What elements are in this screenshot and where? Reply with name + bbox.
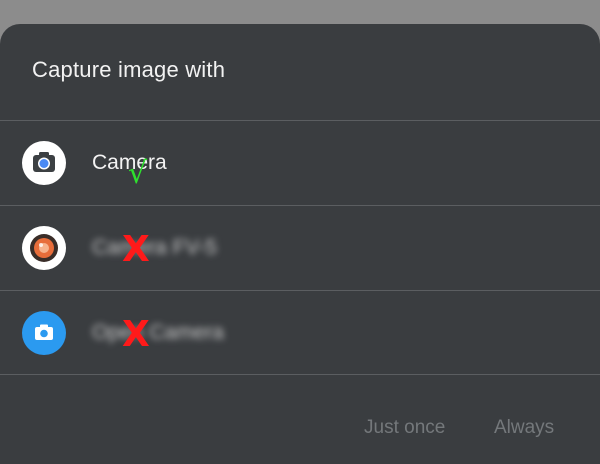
divider <box>0 374 600 375</box>
cross-mark-icon: X <box>122 314 150 355</box>
just-once-button[interactable]: Just once <box>364 417 445 445</box>
cross-mark-icon: X <box>122 229 150 270</box>
google-camera-icon <box>22 141 66 185</box>
camera-fv5-icon <box>22 226 66 270</box>
app-label-camera-fv5: Camera FV-5 <box>92 236 217 259</box>
chooser-bottom-sheet: Capture image with Camera √ Camera FV-5 … <box>0 24 600 464</box>
app-item-camera[interactable]: Camera √ <box>0 121 600 205</box>
always-button[interactable]: Always <box>494 417 554 445</box>
check-mark-icon: √ <box>128 156 148 191</box>
open-camera-icon <box>22 311 66 355</box>
dialog-title: Capture image with <box>32 57 226 82</box>
app-item-open-camera[interactable]: Open Camera X <box>0 291 600 375</box>
app-item-camera-fv5[interactable]: Camera FV-5 X <box>0 206 600 290</box>
app-label-open-camera: Open Camera <box>92 321 224 344</box>
